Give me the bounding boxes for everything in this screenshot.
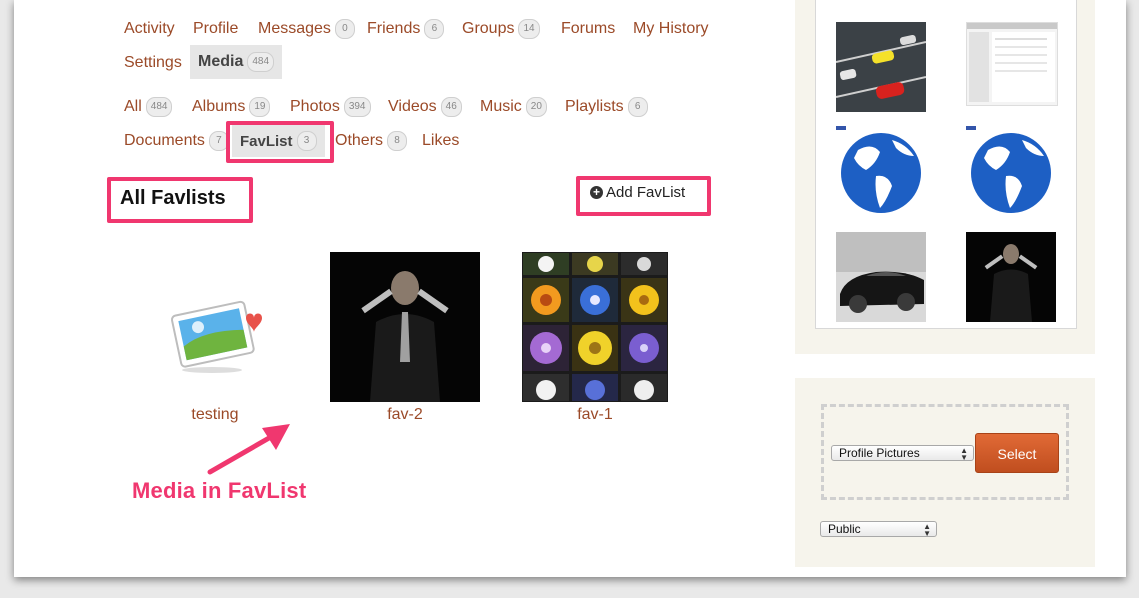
- album-select-value: Profile Pictures: [839, 446, 920, 460]
- photo-heart-icon: [170, 300, 262, 373]
- subnav-others[interactable]: Others 8: [335, 131, 408, 151]
- nav-label: My History: [633, 20, 709, 37]
- globe-image: [966, 126, 1051, 213]
- subnav-music[interactable]: Music 20: [480, 97, 547, 117]
- subnav-label: Likes: [422, 132, 460, 149]
- sidebar-thumb[interactable]: [836, 126, 926, 216]
- subnav-documents[interactable]: Documents 7: [124, 131, 229, 151]
- count-badge: 8: [387, 131, 408, 151]
- nav-profile[interactable]: Profile: [193, 19, 238, 39]
- count-badge: 394: [343, 97, 371, 117]
- count-badge: 0: [334, 19, 355, 39]
- nav-label: Friends: [367, 20, 421, 37]
- nav-friends[interactable]: Friends 6: [367, 19, 445, 39]
- highlight-favlist-tab: [226, 121, 334, 163]
- favlist-thumb-fav-2[interactable]: [330, 252, 480, 402]
- cars-image: [835, 22, 927, 112]
- annotation-text: Media in FavList: [132, 478, 307, 503]
- favlist-caption[interactable]: fav-1: [515, 406, 675, 424]
- nav-settings[interactable]: Settings: [124, 53, 182, 73]
- nav-label: Messages: [258, 20, 331, 37]
- nav-label: Media: [198, 53, 244, 70]
- sidebar-thumb[interactable]: [966, 232, 1056, 322]
- nav-media-active[interactable]: Media 484: [190, 45, 283, 79]
- subnav-albums[interactable]: Albums 19: [192, 97, 271, 117]
- subnav-label: Albums: [192, 98, 246, 115]
- nav-label: Settings: [124, 54, 182, 71]
- black-car-image: [836, 232, 926, 322]
- select-arrows-icon: ▲ ▼: [923, 522, 931, 538]
- subnav-all[interactable]: All 484: [124, 97, 173, 117]
- figure-image: [330, 252, 480, 402]
- sidebar-media-panel: [795, 0, 1095, 354]
- nav-my-history[interactable]: My History: [633, 19, 709, 39]
- subnav-videos[interactable]: Videos 46: [388, 97, 462, 117]
- nav-label: Forums: [561, 20, 616, 37]
- subnav-label: Others: [335, 132, 384, 149]
- count-badge: 6: [627, 97, 648, 117]
- subnav-label: Documents: [124, 132, 205, 149]
- highlight-add-button: [576, 176, 711, 216]
- nav-forums[interactable]: Forums: [561, 19, 615, 39]
- page-frame: Activity Profile Messages 0 Friends 6 Grou…: [14, 0, 1126, 577]
- highlight-title: [107, 177, 253, 223]
- subnav-photos[interactable]: Photos 394: [290, 97, 371, 117]
- album-select[interactable]: Profile Pictures ▲ ▼: [831, 445, 974, 462]
- nav-messages[interactable]: Messages 0: [258, 19, 355, 39]
- nav-label: Activity: [124, 20, 175, 37]
- sidebar-thumb[interactable]: [966, 22, 1058, 106]
- subnav-label: Music: [480, 98, 522, 115]
- annotation-arrow-icon: [207, 424, 290, 475]
- select-button[interactable]: Select: [975, 433, 1059, 473]
- nav-groups[interactable]: Groups 14: [462, 19, 540, 39]
- favlist-thumb-fav-1[interactable]: [522, 252, 668, 402]
- count-badge: 484: [145, 97, 173, 117]
- subnav-label: All: [124, 98, 142, 115]
- count-badge: 46: [440, 97, 462, 117]
- screenshot-image: [967, 23, 1057, 102]
- count-badge: 20: [525, 97, 547, 117]
- count-badge: 6: [424, 19, 445, 39]
- subnav-likes[interactable]: Likes: [422, 131, 459, 151]
- subnav-label: Playlists: [565, 98, 624, 115]
- nav-label: Groups: [462, 20, 515, 37]
- privacy-select[interactable]: Public ▲ ▼: [820, 521, 937, 538]
- select-arrows-icon: ▲ ▼: [960, 446, 968, 462]
- sidebar-thumb[interactable]: [966, 126, 1056, 216]
- globe-image: [836, 126, 921, 213]
- nav-label: Profile: [193, 20, 239, 37]
- figure-image: [966, 232, 1056, 322]
- nav-activity[interactable]: Activity: [124, 19, 175, 39]
- sidebar-thumb[interactable]: [835, 22, 927, 112]
- subnav-label: Photos: [290, 98, 340, 115]
- favlist-thumb-testing[interactable]: [164, 290, 264, 380]
- subnav-label: Videos: [388, 98, 437, 115]
- flower-grid-image: [522, 252, 668, 402]
- privacy-select-value: Public: [828, 522, 861, 536]
- count-badge: 14: [518, 19, 540, 39]
- subnav-playlists[interactable]: Playlists 6: [565, 97, 648, 117]
- favlist-caption[interactable]: fav-2: [325, 406, 485, 424]
- count-badge: 484: [247, 52, 275, 72]
- sidebar-media-grid: [815, 0, 1077, 329]
- count-badge: 19: [249, 97, 271, 117]
- sidebar-upload-panel: Profile Pictures ▲ ▼ Select Public ▲ ▼: [795, 378, 1095, 567]
- sidebar-thumb[interactable]: [836, 232, 926, 322]
